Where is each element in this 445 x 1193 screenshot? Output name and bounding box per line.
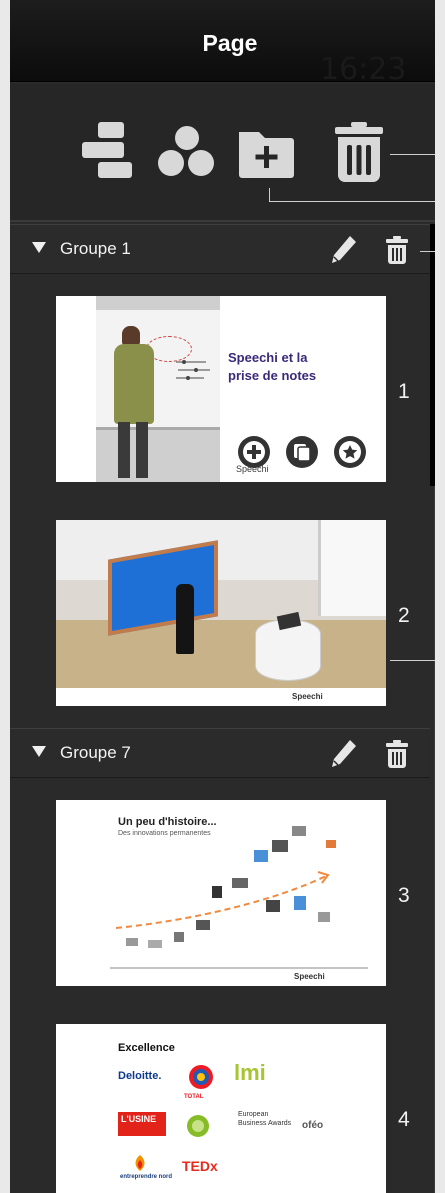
callout-line — [420, 251, 435, 252]
rename-group-button[interactable] — [330, 234, 358, 266]
page-number: 3 — [398, 884, 410, 907]
plus-icon — [243, 441, 265, 463]
scrollbar-track[interactable] — [434, 486, 435, 1193]
total-logo — [189, 1065, 213, 1089]
duplicate-page-button[interactable] — [286, 436, 318, 468]
page-thumbnail-3[interactable]: Un peu d'histoire... Des innovations per… — [56, 800, 386, 986]
trash-button[interactable] — [326, 120, 390, 184]
add-page-button[interactable] — [238, 436, 270, 468]
callout-line — [269, 201, 435, 202]
group-name: Groupe 1 — [60, 239, 131, 258]
logo-lmi: lmi — [234, 1060, 266, 1085]
callout-line — [269, 188, 270, 202]
group-header-1[interactable]: Groupe 1 — [10, 224, 430, 274]
callout-line — [390, 154, 435, 155]
group-header-7[interactable]: Groupe 7 — [10, 728, 430, 778]
slide-footer-brand: Speechi — [292, 692, 323, 701]
entreprendre-flame-logo — [135, 1155, 145, 1171]
page-number: 4 — [398, 1108, 410, 1131]
whiteboard-photo — [96, 296, 220, 482]
slide-footer-brand: Speechi — [294, 972, 325, 981]
trash-icon — [386, 740, 408, 768]
logo-entreprendre-nord: entreprendre nord — [120, 1174, 173, 1180]
page-thumbnail-1[interactable]: Speechi et la prise de notes Speechi — [56, 296, 386, 482]
page-thumbnail-4[interactable]: Excellence Deloitte. TOTAL lmi L'USINE E… — [56, 1024, 386, 1193]
slide-title: Excellence — [118, 1042, 175, 1054]
logo-usine: L'USINE — [118, 1112, 166, 1136]
favorite-page-button[interactable] — [334, 436, 366, 468]
page-number: 1 — [398, 380, 410, 403]
rename-group-button[interactable] — [330, 738, 358, 770]
three-circles-button[interactable] — [154, 120, 218, 184]
trash-icon — [335, 122, 383, 182]
page-number: 2 — [398, 604, 410, 627]
page-panel: Page 16:23 Groupe 1 Speechi et la prise … — [10, 0, 435, 1193]
layout-blocks-icon — [82, 122, 132, 178]
logo-total: TOTAL — [184, 1094, 204, 1100]
green-seal-logo — [187, 1115, 209, 1137]
logo-deloitte: Deloitte. — [118, 1070, 162, 1082]
showroom-photo — [56, 520, 386, 688]
logo-ofeo: oféo — [302, 1120, 324, 1131]
clock-readout: 16:23 — [320, 52, 407, 87]
pencil-icon — [332, 740, 356, 767]
trash-icon — [386, 236, 408, 264]
star-icon — [339, 441, 361, 463]
panel-title-bar: Page 16:23 — [10, 0, 435, 87]
add-folder-button[interactable] — [235, 120, 299, 184]
page-thumbnail-2[interactable]: Speechi — [56, 520, 386, 706]
delete-group-button[interactable] — [384, 739, 410, 769]
delete-group-button[interactable] — [384, 235, 410, 265]
scrollbar-thumb[interactable] — [430, 224, 435, 486]
timeline-graphic — [110, 826, 368, 969]
three-circles-icon — [158, 126, 214, 176]
pencil-icon — [332, 236, 356, 263]
slide-title-line1: Speechi et la — [228, 350, 308, 365]
callout-line — [390, 660, 435, 661]
logo-tedx: TEDx — [182, 1158, 218, 1174]
collapse-triangle-icon[interactable] — [32, 746, 46, 757]
collapse-triangle-icon[interactable] — [32, 242, 46, 253]
group-name: Groupe 7 — [60, 743, 131, 762]
duplicate-icon — [294, 444, 311, 462]
logo-european-business-awards: European Business Awards — [238, 1111, 292, 1127]
slide-title-line2: prise de notes — [228, 368, 317, 383]
add-folder-icon — [239, 132, 294, 178]
layout-blocks-button[interactable] — [76, 120, 140, 184]
